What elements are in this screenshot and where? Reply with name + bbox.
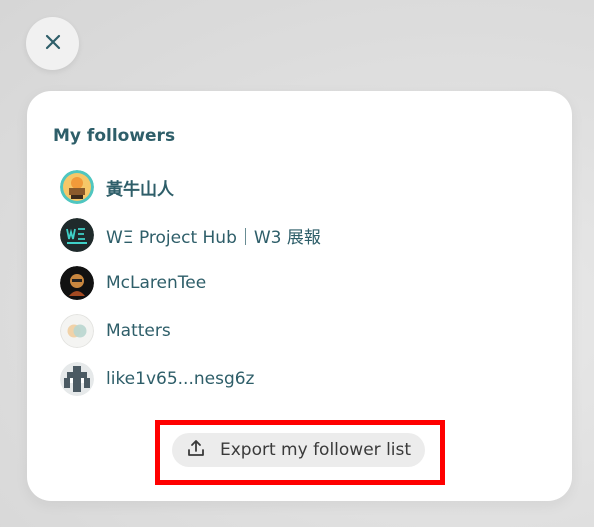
followers-dialog: My followers 黃牛山人 WΞ Project Hub｜W3 展報 M… (27, 91, 572, 501)
matters-avatar (60, 314, 94, 348)
pixel-default-avatar (60, 362, 94, 396)
follower-name: McLarenTee (106, 273, 207, 293)
follower-item-1[interactable]: WΞ Project Hub｜W3 展報 (60, 211, 321, 259)
follower-name: WΞ Project Hub｜W3 展報 (106, 227, 321, 248)
close-icon (44, 33, 62, 55)
follower-name: like1v65...nesg6z (106, 369, 255, 389)
close-button[interactable] (26, 17, 79, 70)
follower-item-3[interactable]: Matters (60, 307, 321, 355)
mclarentee-avatar (60, 266, 94, 300)
follower-name: 黃牛山人 (106, 179, 174, 200)
follower-item-4[interactable]: like1v65...nesg6z (60, 355, 321, 403)
upload-icon (186, 438, 206, 462)
yellow-ox-avatar (60, 170, 94, 204)
we-project-hub-avatar (60, 218, 94, 252)
follower-item-0[interactable]: 黃牛山人 (60, 163, 321, 211)
follower-item-2[interactable]: McLarenTee (60, 259, 321, 307)
dialog-title: My followers (53, 126, 176, 146)
export-follower-list-button[interactable]: Export my follower list (172, 433, 426, 467)
followers-list: 黃牛山人 WΞ Project Hub｜W3 展報 McLarenTee Mat… (60, 163, 321, 403)
follower-name: Matters (106, 321, 171, 341)
export-button-label: Export my follower list (220, 440, 412, 460)
